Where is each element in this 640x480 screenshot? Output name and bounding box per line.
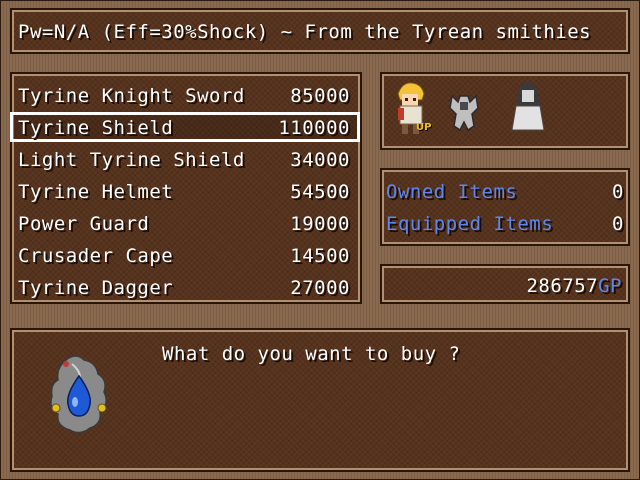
shop-item-row[interactable]: Light Tyrine Shield 34000 — [14, 146, 354, 174]
help-panel: Pw=N/A (Eff=30%Shock) ~ From the Tyrean … — [10, 8, 630, 54]
gold-unit: GP — [598, 275, 622, 297]
gold-value: 286757 — [526, 275, 599, 297]
equipped-items-label: Equipped Items — [386, 213, 554, 235]
buy-prompt-text: What do you want to buy ? — [162, 343, 461, 365]
stats-panel: Owned Items 0 Equipped Items 0 — [380, 168, 630, 246]
item-name: Light Tyrine Shield — [18, 149, 245, 171]
equipped-items-value: 0 — [612, 213, 624, 235]
owned-items-label: Owned Items — [386, 181, 518, 203]
item-price: 34000 — [290, 149, 350, 171]
help-text: Pw=N/A (Eff=30%Shock) ~ From the Tyrean … — [18, 21, 592, 43]
item-price: 14500 — [290, 245, 350, 267]
item-price: 110000 — [278, 117, 350, 139]
shop-item-row[interactable]: Tyrine Dagger 27000 — [14, 274, 354, 302]
shop-item-row-selected[interactable]: Tyrine Shield 110000 — [14, 114, 354, 142]
item-price: 85000 — [290, 85, 350, 107]
item-price: 27000 — [290, 277, 350, 299]
item-name: Tyrine Knight Sword — [18, 85, 245, 107]
shop-item-row[interactable]: Tyrine Helmet 54500 — [14, 178, 354, 206]
item-name: Crusader Cape — [18, 245, 174, 267]
item-name: Tyrine Shield — [18, 117, 174, 139]
item-price: 19000 — [290, 213, 350, 235]
blue-gem-emblem-icon — [50, 355, 107, 434]
gold-panel: 286757GP — [380, 264, 630, 304]
up-badge: UP — [416, 122, 432, 133]
gold-amount: 286757GP — [526, 276, 622, 296]
item-name: Power Guard — [18, 213, 150, 235]
maiden-sprite-icon — [511, 82, 545, 131]
owned-items-value: 0 — [612, 181, 624, 203]
shop-item-row[interactable]: Crusader Cape 14500 — [14, 242, 354, 270]
party-panel: UP — [380, 72, 630, 150]
message-panel: What do you want to buy ? — [10, 328, 630, 472]
item-name: Tyrine Dagger — [18, 277, 174, 299]
item-price: 54500 — [290, 181, 350, 203]
knight-sprite-icon — [449, 94, 479, 132]
shop-item-row[interactable]: Tyrine Knight Sword 85000 — [14, 82, 354, 110]
shop-item-row[interactable]: Power Guard 19000 — [14, 210, 354, 238]
item-name: Tyrine Helmet — [18, 181, 174, 203]
